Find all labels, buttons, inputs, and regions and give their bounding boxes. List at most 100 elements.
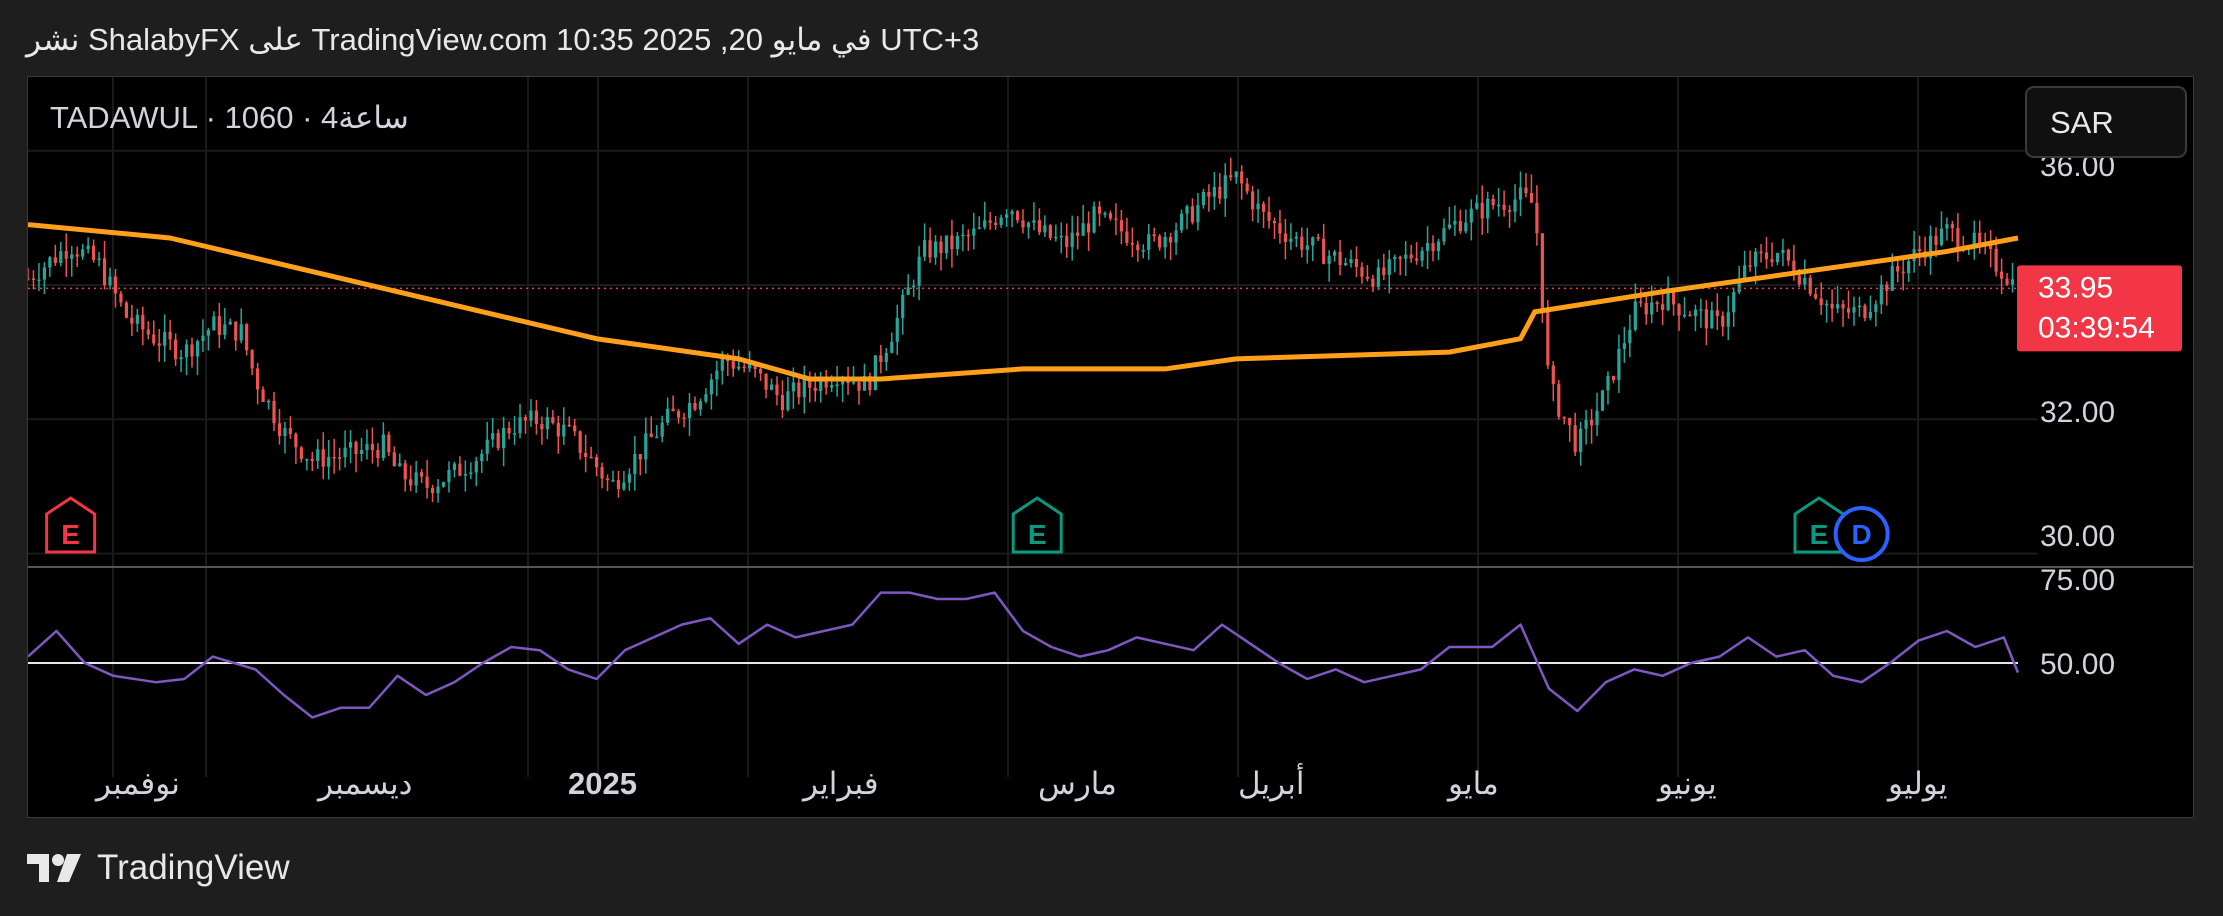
candle-up (1939, 228, 1944, 245)
candle-down (102, 258, 107, 286)
candle-up (1650, 302, 1654, 315)
chart-panel[interactable]: EEED 36.00 32.00 30.00 75.00 50.00 نوفمبر دي… (27, 76, 2194, 818)
candle-down (1507, 210, 1512, 212)
candle-up (491, 433, 495, 440)
candle-up (1617, 348, 1621, 381)
footer: TradingView (27, 848, 290, 888)
candle-down (234, 321, 238, 341)
candle-down (1540, 233, 1544, 313)
candle-down (1677, 304, 1681, 316)
candle-down (1480, 202, 1484, 219)
candle-up (163, 331, 167, 346)
candle-up (474, 461, 478, 473)
candle-down (1546, 312, 1550, 366)
candle-up (184, 344, 189, 358)
candle-down (1114, 218, 1118, 221)
time-axis[interactable]: نوفمبر ديسمبر 2025 فبراير مارس أبريل مايو يونيو… (94, 763, 1947, 802)
candle-up (955, 236, 959, 250)
time-tick-label: مارس (1038, 766, 1117, 802)
candle-down (1272, 220, 1277, 224)
candle-down (1125, 231, 1129, 243)
candle-down (28, 278, 30, 280)
candle-down (261, 389, 265, 403)
candle-down (1015, 211, 1020, 221)
rsi-axis[interactable]: 75.00 50.00 (2040, 564, 2115, 681)
candle-up (1442, 228, 1446, 242)
candle-up (316, 449, 320, 461)
candle-up (195, 341, 200, 357)
candle-up (835, 384, 839, 386)
candle-down (1814, 293, 1818, 299)
candle-down (589, 456, 593, 459)
candle-up (1453, 221, 1457, 225)
candle-up (1753, 251, 1758, 267)
candle-down (649, 433, 653, 438)
candle-down (600, 467, 604, 479)
candle-up (1212, 186, 1216, 197)
time-tick-label: أبريل (1238, 763, 1304, 802)
candle-up (627, 474, 631, 483)
candle-up (830, 385, 834, 388)
chart-canvas[interactable]: EEED 36.0032.0030.00 75.0050.00 نوفمبر دي… (28, 77, 2193, 817)
candle-down (1819, 298, 1823, 306)
candle-up (1393, 256, 1397, 260)
candle-up (1857, 305, 1862, 308)
candle-up (655, 436, 659, 439)
candle-down (879, 355, 883, 362)
candle-up (283, 428, 287, 437)
rsi-line (28, 591, 2020, 719)
candle-down (256, 368, 260, 390)
candle-up (266, 400, 271, 403)
candle-up (485, 439, 489, 454)
candle-up (135, 314, 139, 324)
event-markers: EEED (45, 496, 1890, 562)
candle-down (1715, 310, 1719, 316)
candle-up (1147, 234, 1151, 251)
candle-up (1726, 312, 1730, 327)
candle-up (1054, 236, 1058, 239)
publish-header: نشر ShalabyFX على TradingView.com 10:35 … (26, 22, 980, 57)
candle-up (1584, 420, 1588, 429)
candle-up (1163, 237, 1167, 248)
footer-brand: TradingView (97, 848, 290, 887)
candle-up (1234, 171, 1238, 178)
candle-up (660, 422, 664, 437)
candle-up (720, 357, 724, 371)
candle-up (1070, 232, 1074, 248)
candle-down (507, 427, 511, 434)
candle-down (1240, 171, 1244, 184)
candle-up (1890, 266, 1894, 291)
candle-down (1076, 232, 1080, 236)
time-tick-label: ديسمبر (316, 766, 412, 802)
candle-up (1595, 410, 1599, 426)
candle-up (436, 486, 440, 494)
price-tick-label: 30.00 (2040, 520, 2115, 553)
candle-down (354, 442, 358, 455)
candle-down (2005, 278, 2009, 285)
candle-down (338, 457, 342, 459)
candle-down (1316, 237, 1320, 239)
currency-label: SAR (2050, 105, 2114, 140)
time-tick-label: فبراير (801, 766, 879, 802)
bar-countdown: 03:39:54 (2038, 311, 2155, 344)
currency-button[interactable]: SAR (2025, 86, 2187, 158)
candle-down (403, 463, 407, 480)
candle-down (496, 433, 500, 449)
price-axis[interactable]: 36.0032.0030.00 (2040, 150, 2115, 553)
candle-down (1322, 238, 1326, 264)
candle-up (2010, 279, 2015, 285)
candle-down (1409, 254, 1413, 259)
candle-down (1917, 249, 1922, 252)
candle-down (1491, 198, 1495, 206)
candle-up (239, 324, 243, 341)
candle-down (1885, 284, 1889, 291)
candle-down (1551, 365, 1555, 385)
candle-down (1136, 244, 1140, 251)
candle-up (512, 433, 517, 435)
candle-up (1945, 224, 1949, 229)
candle-down (1573, 425, 1577, 453)
candle-down (1130, 242, 1134, 245)
candle-down (1797, 275, 1801, 285)
candle-down (392, 452, 396, 467)
candle-down (567, 424, 571, 427)
